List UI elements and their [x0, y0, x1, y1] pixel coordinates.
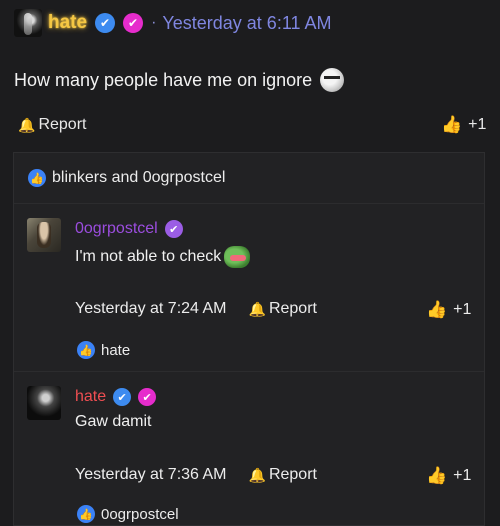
comment-meta: Yesterday at 7:24 AM 🔔 Report — [75, 300, 317, 318]
like-label: +1 — [468, 116, 487, 133]
author-avatar[interactable] — [14, 9, 42, 37]
thumbs-up-icon: 👍 — [28, 169, 46, 187]
like-button[interactable]: 👍 +1 — [441, 115, 486, 135]
comment-reactions[interactable]: 👍 hate — [77, 341, 130, 359]
like-label: +1 — [453, 467, 472, 484]
bell-icon: 🔔 — [248, 466, 266, 483]
comment-text-content: I'm not able to check — [75, 248, 222, 265]
post-actions: 🔔 Report 👍 +1 — [0, 114, 500, 136]
like-label: +1 — [453, 301, 472, 318]
thumbs-up-icon: 👍 — [441, 115, 463, 134]
verified-check-icon: ✔ — [95, 13, 116, 33]
post-header: hate ✔ ✔ · Yesterday at 6:11 AM — [14, 8, 332, 38]
thumbs-up-icon: 👍 — [77, 505, 95, 523]
emoji-icon — [320, 68, 345, 92]
comment-avatar[interactable] — [27, 218, 61, 252]
report-button[interactable]: 🔔 Report — [249, 300, 317, 318]
comment-text-content: Gaw damit — [75, 413, 152, 430]
magenta-check-icon: ✔ — [123, 13, 144, 33]
author-name[interactable]: hate — [48, 12, 87, 34]
comment-item: 0ogrpostcel ✔ I'm not able to check Yest… — [14, 203, 484, 371]
thumbs-up-icon: 👍 — [77, 341, 95, 359]
comment-timestamp[interactable]: Yesterday at 7:24 AM — [75, 300, 227, 318]
comment-timestamp[interactable]: Yesterday at 7:36 AM — [75, 466, 227, 484]
like-button[interactable]: 👍 +1 — [426, 466, 471, 486]
verified-check-icon: ✔ — [113, 388, 132, 406]
post-reactions[interactable]: 👍 blinkers and 0ogrpostcel — [28, 169, 225, 187]
comment-author[interactable]: hate — [75, 388, 106, 406]
thumbs-up-icon: 👍 — [426, 466, 448, 485]
report-button[interactable]: 🔔 Report — [249, 466, 317, 484]
thread-page: hate ✔ ✔ · Yesterday at 6:11 AM How many… — [0, 0, 500, 526]
like-button[interactable]: 👍 +1 — [426, 300, 471, 320]
report-label: Report — [38, 116, 87, 133]
comment-author[interactable]: 0ogrpostcel — [75, 220, 158, 238]
report-button[interactable]: 🔔 Report — [18, 116, 86, 134]
report-label: Report — [268, 300, 317, 317]
post-body: How many people have me on ignore — [14, 68, 345, 92]
reacted-by: hate — [101, 341, 131, 359]
bell-icon: 🔔 — [248, 300, 266, 317]
reactions-summary: blinkers and 0ogrpostcel — [52, 169, 226, 186]
comment-meta: Yesterday at 7:36 AM 🔔 Report — [75, 466, 317, 484]
comment-item: hate ✔ ✔ Gaw damit Yesterday at 7:36 AM … — [14, 371, 484, 526]
bell-icon: 🔔 — [18, 116, 36, 133]
verified-check-icon: ✔ — [164, 220, 183, 238]
frog-emoji-icon — [224, 246, 251, 268]
magenta-check-icon: ✔ — [138, 388, 157, 406]
report-label: Report — [268, 466, 317, 483]
comment-text: I'm not able to check — [75, 246, 251, 268]
separator-dot: · — [151, 14, 157, 31]
comment-text: Gaw damit — [75, 413, 151, 431]
post-text: How many people have me on ignore — [14, 69, 313, 90]
comment-author-row: hate ✔ ✔ — [75, 388, 157, 406]
reacted-by: 0ogrpostcel — [101, 505, 179, 523]
thumbs-up-icon: 👍 — [426, 300, 448, 319]
comment-reactions[interactable]: 👍 0ogrpostcel — [77, 505, 179, 523]
comment-avatar[interactable] — [27, 386, 61, 420]
replies-block: 👍 blinkers and 0ogrpostcel 0ogrpostcel ✔… — [13, 152, 485, 526]
post-timestamp[interactable]: Yesterday at 6:11 AM — [162, 13, 331, 34]
comment-author-row: 0ogrpostcel ✔ — [75, 220, 183, 238]
